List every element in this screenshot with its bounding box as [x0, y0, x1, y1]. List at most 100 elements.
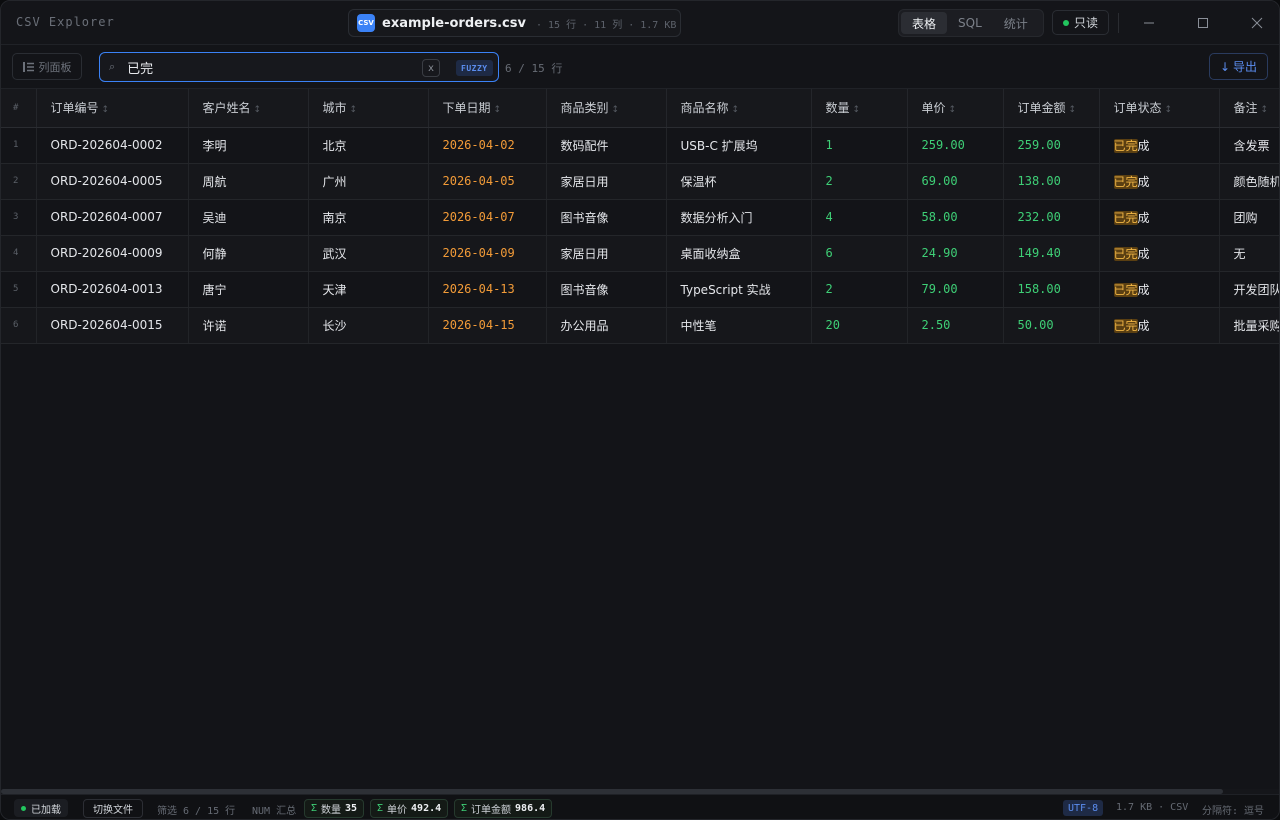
- quantity-cell[interactable]: 4: [811, 199, 908, 236]
- order-amount-cell[interactable]: 149.40: [1003, 235, 1100, 272]
- note-cell[interactable]: 批量采购: [1219, 307, 1279, 344]
- order-amount-cell[interactable]: 232.00: [1003, 199, 1100, 236]
- column-header[interactable]: 订单编号 ↕: [36, 89, 189, 128]
- unit-price-cell[interactable]: 79.00: [907, 271, 1004, 308]
- close-button[interactable]: [1245, 11, 1269, 35]
- column-header[interactable]: 数量 ↕: [811, 89, 908, 128]
- table-row[interactable]: 1 ORD-202604-0002 李明 北京 2026-04-02 数码配件 USB-C …: [1, 127, 1279, 164]
- column-header[interactable]: 订单金额 ↕: [1003, 89, 1100, 128]
- readonly-badge[interactable]: 只读: [1052, 10, 1109, 35]
- order-status-cell[interactable]: 已完成: [1099, 163, 1220, 200]
- customer-name-cell[interactable]: 吴迪: [188, 199, 309, 236]
- order-date-cell[interactable]: 2026-04-02: [428, 127, 547, 164]
- clear-search-button[interactable]: x: [422, 59, 440, 77]
- order-date-cell[interactable]: 2026-04-15: [428, 307, 547, 344]
- order-date-cell[interactable]: 2026-04-09: [428, 235, 547, 272]
- row-index[interactable]: 6: [1, 307, 37, 344]
- product-name-cell[interactable]: TypeScript 实战: [666, 271, 812, 308]
- column-header[interactable]: 下单日期 ↕: [428, 89, 547, 128]
- note-cell[interactable]: 开发团队: [1219, 271, 1279, 308]
- tab-stats[interactable]: 统计: [993, 12, 1039, 34]
- category-cell[interactable]: 家居日用: [546, 235, 667, 272]
- table-row[interactable]: 6 ORD-202604-0015 许诺 长沙 2026-04-15 办公用品 中性笔 20 2…: [1, 307, 1279, 344]
- city-cell[interactable]: 长沙: [308, 307, 429, 344]
- row-index[interactable]: 2: [1, 163, 37, 200]
- minimize-button[interactable]: [1137, 11, 1161, 35]
- fuzzy-toggle[interactable]: FUZZY: [456, 60, 493, 76]
- order-id-cell[interactable]: ORD-202604-0013: [36, 271, 189, 308]
- row-index[interactable]: 1: [1, 127, 37, 164]
- order-id-cell[interactable]: ORD-202604-0007: [36, 199, 189, 236]
- order-status-cell[interactable]: 已完成: [1099, 199, 1220, 236]
- product-name-cell[interactable]: USB-C 扩展坞: [666, 127, 812, 164]
- city-cell[interactable]: 广州: [308, 163, 429, 200]
- product-name-cell[interactable]: 中性笔: [666, 307, 812, 344]
- order-amount-cell[interactable]: 158.00: [1003, 271, 1100, 308]
- column-header[interactable]: 客户姓名 ↕: [188, 89, 309, 128]
- table-row[interactable]: 3 ORD-202604-0007 吴迪 南京 2026-04-07 图书音像 数据分析入门…: [1, 199, 1279, 236]
- order-status-cell[interactable]: 已完成: [1099, 307, 1220, 344]
- product-name-cell[interactable]: 数据分析入门: [666, 199, 812, 236]
- order-date-cell[interactable]: 2026-04-07: [428, 199, 547, 236]
- category-cell[interactable]: 图书音像: [546, 199, 667, 236]
- export-button[interactable]: ↓ 导出: [1209, 53, 1268, 80]
- note-cell[interactable]: 含发票: [1219, 127, 1279, 164]
- search-input[interactable]: [127, 59, 398, 75]
- city-cell[interactable]: 南京: [308, 199, 429, 236]
- order-status-cell[interactable]: 已完成: [1099, 127, 1220, 164]
- column-header[interactable]: 备注 ↕: [1219, 89, 1279, 128]
- quantity-cell[interactable]: 6: [811, 235, 908, 272]
- unit-price-cell[interactable]: 24.90: [907, 235, 1004, 272]
- order-status-cell[interactable]: 已完成: [1099, 235, 1220, 272]
- order-status-cell[interactable]: 已完成: [1099, 271, 1220, 308]
- column-panel-button[interactable]: 列面板: [12, 53, 82, 80]
- city-cell[interactable]: 武汉: [308, 235, 429, 272]
- customer-name-cell[interactable]: 周航: [188, 163, 309, 200]
- unit-price-cell[interactable]: 69.00: [907, 163, 1004, 200]
- maximize-button[interactable]: [1191, 11, 1215, 35]
- column-header[interactable]: 城市 ↕: [308, 89, 429, 128]
- order-amount-cell[interactable]: 50.00: [1003, 307, 1100, 344]
- order-id-cell[interactable]: ORD-202604-0002: [36, 127, 189, 164]
- table-row[interactable]: 4 ORD-202604-0009 何静 武汉 2026-04-09 家居日用 桌面收纳盒 6…: [1, 235, 1279, 272]
- tab-table[interactable]: 表格: [901, 12, 948, 34]
- city-cell[interactable]: 天津: [308, 271, 429, 308]
- category-cell[interactable]: 办公用品: [546, 307, 667, 344]
- note-cell[interactable]: 颜色随机: [1219, 163, 1279, 200]
- product-name-cell[interactable]: 桌面收纳盒: [666, 235, 812, 272]
- order-id-cell[interactable]: ORD-202604-0015: [36, 307, 189, 344]
- category-cell[interactable]: 数码配件: [546, 127, 667, 164]
- product-name-cell[interactable]: 保温杯: [666, 163, 812, 200]
- row-index[interactable]: 3: [1, 199, 37, 236]
- quantity-cell[interactable]: 20: [811, 307, 908, 344]
- category-cell[interactable]: 家居日用: [546, 163, 667, 200]
- column-header[interactable]: 商品名称 ↕: [666, 89, 812, 128]
- note-cell[interactable]: 团购: [1219, 199, 1279, 236]
- order-id-cell[interactable]: ORD-202604-0009: [36, 235, 189, 272]
- order-amount-cell[interactable]: 259.00: [1003, 127, 1100, 164]
- customer-name-cell[interactable]: 唐宁: [188, 271, 309, 308]
- switch-file-button[interactable]: 切换文件: [83, 799, 143, 818]
- note-cell[interactable]: 无: [1219, 235, 1279, 272]
- quantity-cell[interactable]: 2: [811, 271, 908, 308]
- unit-price-cell[interactable]: 259.00: [907, 127, 1004, 164]
- table-row[interactable]: 2 ORD-202604-0005 周航 广州 2026-04-05 家居日用 保温杯 2 69…: [1, 163, 1279, 200]
- quantity-cell[interactable]: 1: [811, 127, 908, 164]
- customer-name-cell[interactable]: 李明: [188, 127, 309, 164]
- order-id-cell[interactable]: ORD-202604-0005: [36, 163, 189, 200]
- customer-name-cell[interactable]: 何静: [188, 235, 309, 272]
- city-cell[interactable]: 北京: [308, 127, 429, 164]
- unit-price-cell[interactable]: 58.00: [907, 199, 1004, 236]
- row-index[interactable]: 5: [1, 271, 37, 308]
- order-date-cell[interactable]: 2026-04-13: [428, 271, 547, 308]
- table-row[interactable]: 5 ORD-202604-0013 唐宁 天津 2026-04-13 图书音像 TypeSc…: [1, 271, 1279, 308]
- file-chip[interactable]: CSV example-orders.csv · 15 行 · 11 列 · 1…: [348, 9, 681, 37]
- row-index[interactable]: 4: [1, 235, 37, 272]
- column-header[interactable]: 单价 ↕: [907, 89, 1004, 128]
- order-amount-cell[interactable]: 138.00: [1003, 163, 1100, 200]
- customer-name-cell[interactable]: 许诺: [188, 307, 309, 344]
- order-date-cell[interactable]: 2026-04-05: [428, 163, 547, 200]
- tab-sql[interactable]: SQL: [947, 12, 993, 34]
- column-header[interactable]: 订单状态 ↕: [1099, 89, 1220, 128]
- unit-price-cell[interactable]: 2.50: [907, 307, 1004, 344]
